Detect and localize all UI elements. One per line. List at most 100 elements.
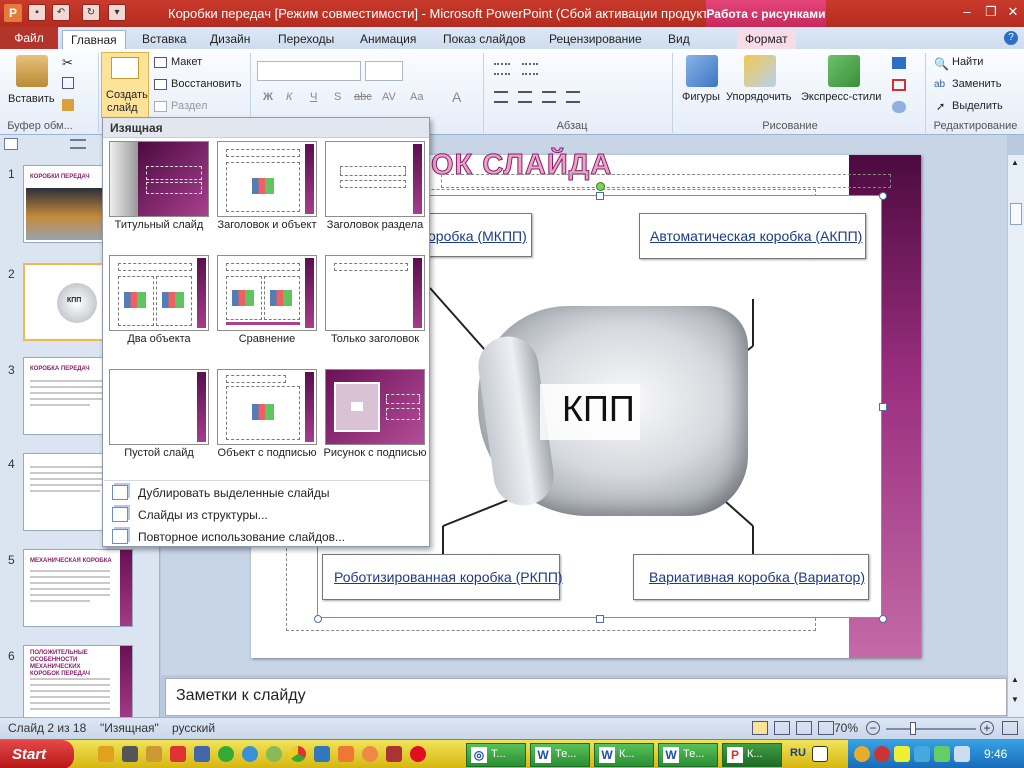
select-icon[interactable]: ➚ [936,100,945,113]
maximize-button[interactable]: ❐ [980,4,1002,20]
numbering-icon[interactable] [522,63,538,75]
zoom-in-icon[interactable]: + [980,721,994,735]
paste-icon[interactable] [16,55,48,87]
launcher-icon[interactable] [314,746,330,762]
taskbar-item[interactable]: W Те... [530,743,590,767]
layout-picture-caption[interactable] [325,369,425,445]
tray-icon[interactable] [914,746,930,762]
tab-insert[interactable]: Вставка [134,30,195,49]
resize-handle[interactable] [879,615,887,623]
resize-handle[interactable] [879,403,887,411]
tab-view[interactable]: Вид [660,30,698,49]
resize-handle[interactable] [314,615,322,623]
vertical-scrollbar[interactable]: ▲ ▲ ▼ [1007,155,1024,717]
taskbar-item-active[interactable]: P К... [722,743,782,767]
save-icon[interactable]: ▪ [28,4,46,21]
launcher-icon[interactable] [218,746,234,762]
prev-slide-icon[interactable]: ▲ [1011,675,1019,684]
help-tray-icon[interactable] [812,746,828,762]
shadow-button[interactable]: S [334,91,341,103]
find-button[interactable]: Найти [952,56,983,68]
layout-title-slide[interactable] [109,141,209,217]
section-button[interactable]: Раздел [171,100,207,112]
panel-tab-slides[interactable] [4,138,18,150]
title-placeholder[interactable] [441,174,891,188]
panel-tab-outline[interactable] [70,139,86,149]
format-painter-icon[interactable] [62,99,74,111]
launcher-icon[interactable] [338,746,354,762]
align-right-icon[interactable] [542,91,556,103]
layout-icon[interactable] [154,57,167,68]
cvt-box[interactable]: Вариативная коробка (Вариатор) [633,554,869,600]
shape-outline-icon[interactable] [892,79,906,91]
launcher-icon[interactable] [194,746,210,762]
slideshow-view-icon[interactable] [818,721,834,735]
shapes-button[interactable]: Фигуры [682,91,720,103]
layout-content-caption[interactable] [217,369,317,445]
shapes-icon[interactable] [686,55,718,87]
shape-effects-icon[interactable] [892,101,906,113]
qat-customize-icon[interactable]: ▾ [108,4,126,21]
scroll-thumb[interactable] [1010,203,1022,225]
tab-format[interactable]: Формат [737,30,796,49]
resize-handle[interactable] [879,192,887,200]
tab-home[interactable]: Главная [62,30,126,49]
tab-transitions[interactable]: Переходы [270,30,342,49]
help-icon[interactable]: ? [1004,31,1018,45]
launcher-icon[interactable] [266,746,282,762]
minimize-button[interactable]: – [956,4,978,20]
layout-two-content[interactable] [109,255,209,331]
clock[interactable]: 9:46 [984,747,1007,761]
language-indicator[interactable]: русский [172,721,215,735]
slides-from-outline-command[interactable]: Слайды из структуры... [104,504,429,526]
next-slide-icon[interactable]: ▼ [1011,695,1019,704]
font-family-select[interactable] [257,61,361,81]
justify-icon[interactable] [566,91,580,103]
duplicate-slides-command[interactable]: Дублировать выделенные слайды [104,482,429,504]
launcher-icon[interactable] [146,746,162,762]
section-icon[interactable] [154,101,167,112]
layout-button[interactable]: Макет [171,56,202,68]
font-size-select[interactable] [365,61,403,81]
chrome-icon[interactable] [290,746,306,762]
replace-button[interactable]: Заменить [952,78,1001,90]
font-color-button[interactable]: A [452,89,461,105]
reset-button[interactable]: Восстановить [171,78,241,90]
zoom-slider-thumb[interactable] [910,722,916,735]
redo-icon[interactable]: ↻ [82,4,100,21]
launcher-icon[interactable] [170,746,186,762]
opera-icon[interactable] [410,746,426,762]
new-slide-button[interactable]: Создать слайд [101,52,149,118]
change-case-button[interactable]: Aa [410,91,423,103]
close-button[interactable]: ✕ [1002,4,1024,20]
thumbnail-5[interactable]: МЕХАНИЧЕСКАЯ КОРОБКА [23,549,133,627]
tab-design[interactable]: Дизайн [202,30,258,49]
find-icon[interactable]: 🔍 [934,57,949,71]
normal-view-icon[interactable] [752,721,768,735]
launcher-icon[interactable] [362,746,378,762]
taskbar-item[interactable]: ◎ Т... [466,743,526,767]
auto-box[interactable]: Автоматическая коробка (АКПП) [639,213,866,259]
network-icon[interactable] [934,746,950,762]
cut-icon[interactable]: ✂ [62,55,73,71]
zoom-out-icon[interactable]: − [866,721,880,735]
reading-view-icon[interactable] [796,721,812,735]
spacing-button[interactable]: AV [382,91,396,103]
start-button[interactable]: Start [0,740,74,768]
zoom-level[interactable]: 70% [834,721,858,735]
reset-icon[interactable] [154,79,167,90]
notes-pane[interactable]: Заметки к слайду [165,678,1007,716]
launcher-icon[interactable] [122,746,138,762]
select-button[interactable]: Выделить [952,100,1003,112]
shape-fill-icon[interactable] [892,57,906,69]
replace-icon[interactable]: ab [934,79,945,90]
tray-icon[interactable] [874,746,890,762]
quick-styles-button[interactable]: Экспресс-стили [801,91,881,103]
zoom-slider[interactable] [886,728,976,730]
thumbnail-6[interactable]: ПОЛОЖИТЕЛЬНЫЕ ОСОБЕННОСТИ МЕХАНИЧЕСКИХ К… [23,645,133,719]
underline-button[interactable]: Ч [310,91,317,103]
resize-handle[interactable] [596,192,604,200]
ie-icon[interactable] [242,746,258,762]
arrange-icon[interactable] [744,55,776,87]
reuse-slides-command[interactable]: Повторное использование слайдов... [104,526,429,548]
